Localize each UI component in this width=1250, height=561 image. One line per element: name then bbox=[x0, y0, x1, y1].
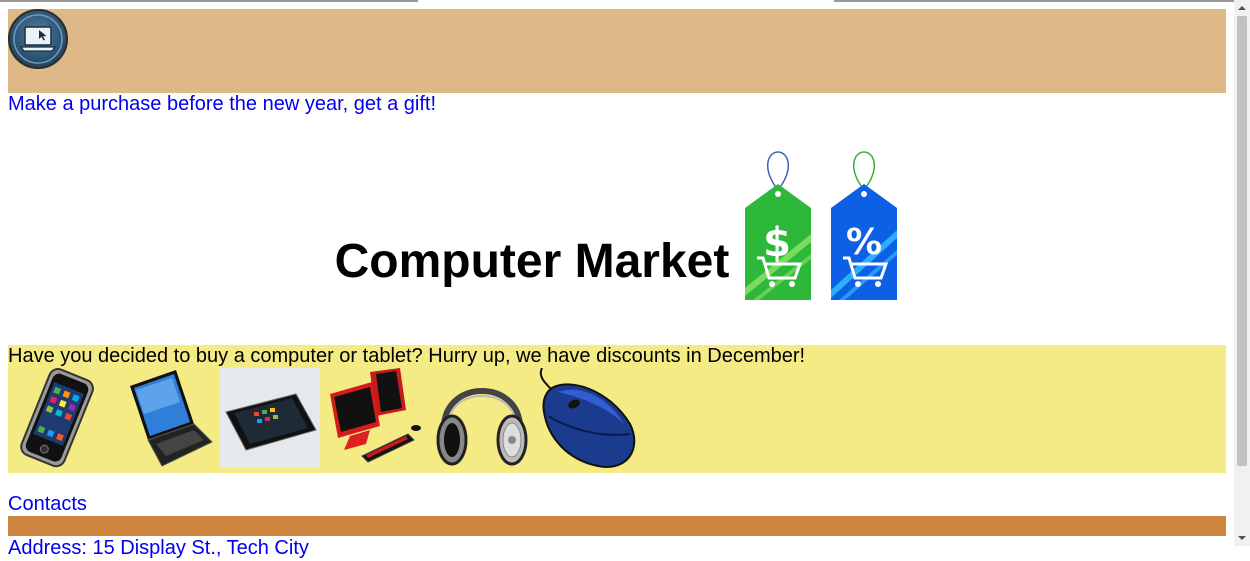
scroll-up-arrow-icon[interactable] bbox=[1234, 0, 1250, 16]
promo-link[interactable]: Make a purchase before the new year, get… bbox=[8, 91, 436, 117]
contacts-link[interactable]: Contacts bbox=[8, 491, 87, 517]
title-section: Computer Market $ % bbox=[8, 150, 1226, 302]
svg-text:%: % bbox=[846, 222, 882, 263]
page-title: Computer Market bbox=[334, 235, 730, 288]
desktop-computer-icon[interactable] bbox=[326, 368, 426, 468]
offer-text: Have you decided to buy a computer or ta… bbox=[8, 345, 806, 367]
percent-cart-tag-icon: % bbox=[831, 151, 898, 300]
svg-text:$: $ bbox=[763, 220, 791, 266]
offer-section: Have you decided to buy a computer or ta… bbox=[8, 345, 1226, 473]
scroll-down-arrow-icon[interactable] bbox=[1234, 530, 1250, 546]
address-link[interactable]: Address: 15 Display St., Tech City bbox=[8, 535, 309, 561]
product-gallery bbox=[8, 368, 638, 468]
smartphone-icon[interactable] bbox=[8, 368, 108, 468]
tablet-icon[interactable] bbox=[220, 368, 320, 468]
dollar-cart-tag-icon: $ bbox=[745, 151, 812, 300]
page-scrollbar[interactable] bbox=[1234, 0, 1250, 546]
headphones-icon[interactable] bbox=[432, 368, 532, 468]
scrollbar-thumb[interactable] bbox=[1237, 16, 1247, 466]
laptop-icon[interactable] bbox=[114, 368, 214, 468]
laptop-cursor-icon[interactable] bbox=[8, 9, 68, 69]
footer-bar bbox=[8, 516, 1226, 536]
mouse-icon[interactable] bbox=[538, 368, 638, 468]
header-banner bbox=[8, 9, 1226, 93]
top-border bbox=[0, 0, 1234, 9]
